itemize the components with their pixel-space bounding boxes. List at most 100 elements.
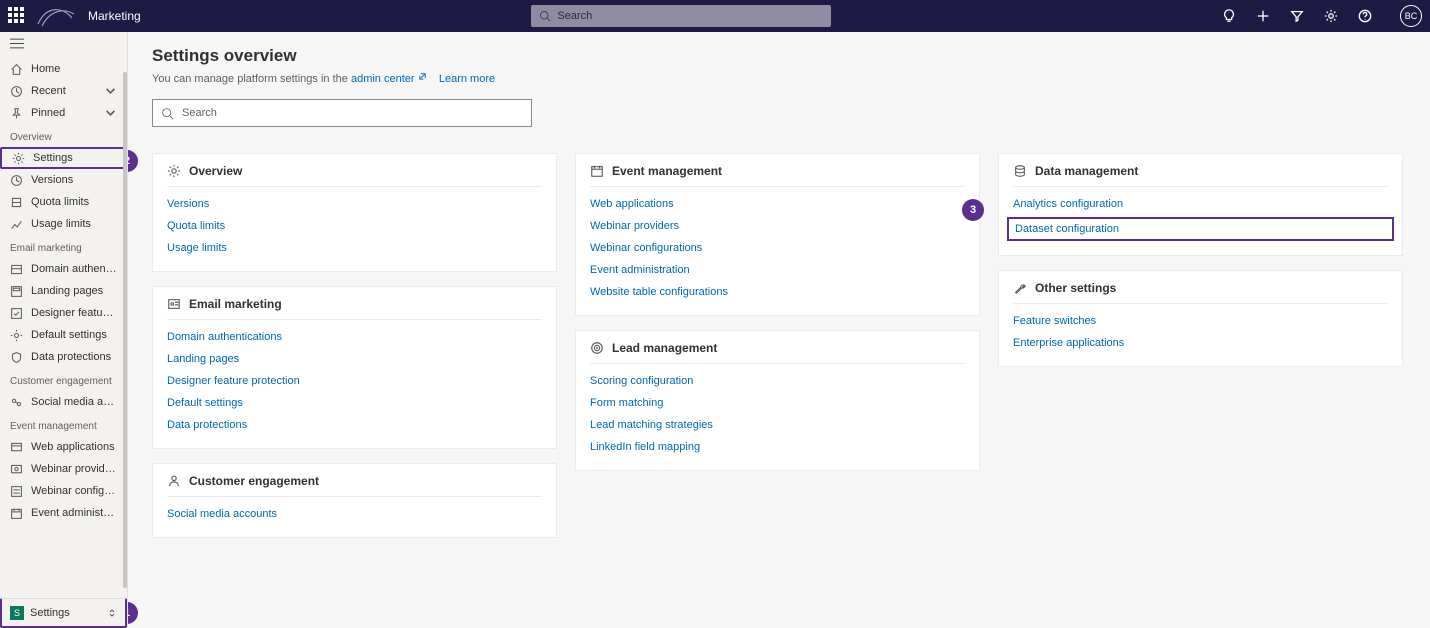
- sidebar-item-webapp[interactable]: Web applications: [0, 436, 127, 458]
- sidebar-item-label: Designer feature ...: [31, 307, 117, 319]
- sidebar-item-dataprot[interactable]: Data protections: [0, 346, 127, 368]
- card-lead-management: Lead management Scoring configuration Fo…: [575, 330, 980, 471]
- learn-more-link[interactable]: Learn more: [439, 73, 495, 85]
- link-data-protections[interactable]: Data protections: [167, 414, 542, 436]
- sidebar-scrollbar[interactable]: [123, 72, 127, 588]
- sidebar-item-label: Event administrati...: [31, 507, 117, 519]
- sidebar-group-customer: Customer engagement: [0, 368, 127, 391]
- link-designer-protection[interactable]: Designer feature protection: [167, 370, 542, 392]
- help-icon[interactable]: [1358, 9, 1372, 23]
- database-icon: [1013, 164, 1027, 178]
- sidebar-item-default[interactable]: Default settings: [0, 324, 127, 346]
- sidebar-item-label: Usage limits: [31, 218, 91, 230]
- admin-center-link[interactable]: admin center: [351, 73, 430, 85]
- card-overview: Overview Versions Quota limits Usage lim…: [152, 153, 557, 272]
- global-search-placeholder: Search: [557, 10, 592, 22]
- sidebar-group-overview: Overview: [0, 124, 127, 147]
- link-feature-switches[interactable]: Feature switches: [1013, 310, 1388, 332]
- sidebar-item-label: Social media acco...: [31, 396, 117, 408]
- card-title: Other settings: [1035, 281, 1116, 295]
- link-linkedin-mapping[interactable]: LinkedIn field mapping: [590, 436, 965, 458]
- lightbulb-icon[interactable]: [1222, 9, 1236, 23]
- sidebar: Home Recent Pinned Overview Settings: [0, 32, 128, 628]
- sidebar-item-label: Home: [31, 63, 60, 75]
- sidebar-item-versions[interactable]: Versions: [0, 169, 127, 191]
- app-launcher-icon[interactable]: [8, 7, 26, 25]
- page-subtext: You can manage platform settings in the …: [152, 72, 1410, 85]
- link-webinar-providers[interactable]: Webinar providers: [590, 215, 965, 237]
- user-avatar[interactable]: BC: [1400, 5, 1422, 27]
- link-web-applications[interactable]: Web applications: [590, 193, 965, 215]
- hamburger-icon[interactable]: [0, 32, 127, 58]
- card-title: Event management: [612, 164, 722, 178]
- sidebar-item-landing[interactable]: Landing pages: [0, 280, 127, 302]
- sidebar-item-label: Pinned: [31, 107, 65, 119]
- card-event-management: Event management Web applications Webina…: [575, 153, 980, 316]
- sidebar-item-label: Settings: [33, 152, 73, 164]
- external-link-icon: [418, 72, 427, 81]
- link-usage-limits[interactable]: Usage limits: [167, 237, 542, 259]
- card-data-management: Data management Analytics configuration …: [998, 153, 1403, 256]
- sidebar-item-webinar-config[interactable]: Webinar configur...: [0, 480, 127, 502]
- link-landing-pages[interactable]: Landing pages: [167, 348, 542, 370]
- card-title: Lead management: [612, 341, 717, 355]
- sidebar-item-label: Data protections: [31, 351, 111, 363]
- sidebar-item-event-admin[interactable]: Event administrati...: [0, 502, 127, 524]
- app-name: Marketing: [88, 9, 141, 23]
- sidebar-item-pinned[interactable]: Pinned: [0, 102, 127, 124]
- sidebar-item-social[interactable]: Social media acco...: [0, 391, 127, 413]
- sidebar-group-email: Email marketing: [0, 235, 127, 258]
- area-switcher-label: Settings: [30, 607, 70, 619]
- sidebar-item-quota[interactable]: Quota limits: [0, 191, 127, 213]
- card-title: Email marketing: [189, 297, 282, 311]
- sidebar-item-label: Recent: [31, 85, 66, 97]
- sidebar-group-event: Event management: [0, 413, 127, 436]
- chevron-down-icon: [104, 107, 117, 120]
- card-title: Customer engagement: [189, 474, 319, 488]
- calendar-icon: [590, 164, 604, 178]
- link-lead-matching[interactable]: Lead matching strategies: [590, 414, 965, 436]
- sidebar-item-designer[interactable]: Designer feature ...: [0, 302, 127, 324]
- plus-icon[interactable]: [1256, 9, 1270, 23]
- top-bar: Marketing Search BC: [0, 0, 1430, 32]
- link-dataset-config[interactable]: Dataset configuration: [1007, 217, 1394, 241]
- link-scoring-config[interactable]: Scoring configuration: [590, 370, 965, 392]
- link-webinar-configurations[interactable]: Webinar configurations: [590, 237, 965, 259]
- brand-logo: [36, 4, 76, 28]
- link-enterprise-apps[interactable]: Enterprise applications: [1013, 332, 1388, 354]
- sidebar-item-label: Quota limits: [31, 196, 89, 208]
- link-versions[interactable]: Versions: [167, 193, 542, 215]
- sidebar-item-label: Default settings: [31, 329, 107, 341]
- top-icon-bar: BC: [1222, 5, 1422, 27]
- filter-icon[interactable]: [1290, 9, 1304, 23]
- sidebar-item-home[interactable]: Home: [0, 58, 127, 80]
- sidebar-item-recent[interactable]: Recent: [0, 80, 127, 102]
- card-title: Overview: [189, 164, 242, 178]
- settings-search-placeholder: Search: [182, 107, 217, 119]
- link-social-accounts[interactable]: Social media accounts: [167, 503, 542, 525]
- updown-icon: [107, 608, 117, 618]
- link-website-table-config[interactable]: Website table configurations: [590, 281, 965, 303]
- settings-search[interactable]: Search: [152, 99, 532, 127]
- card-email-marketing: Email marketing Domain authentications L…: [152, 286, 557, 449]
- sidebar-item-usage[interactable]: Usage limits: [0, 213, 127, 235]
- sidebar-item-domain[interactable]: Domain authentic...: [0, 258, 127, 280]
- link-analytics-config[interactable]: Analytics configuration: [1013, 193, 1388, 215]
- area-switcher[interactable]: S Settings: [0, 598, 127, 628]
- sidebar-item-label: Versions: [31, 174, 73, 186]
- sidebar-item-settings[interactable]: Settings: [0, 147, 127, 169]
- target-icon: [590, 341, 604, 355]
- gear-icon: [167, 164, 181, 178]
- link-event-administration[interactable]: Event administration: [590, 259, 965, 281]
- sidebar-item-label: Web applications: [31, 441, 115, 453]
- link-default-settings[interactable]: Default settings: [167, 392, 542, 414]
- link-domain-auth[interactable]: Domain authentications: [167, 326, 542, 348]
- sidebar-item-webinar-providers[interactable]: Webinar providers: [0, 458, 127, 480]
- global-search[interactable]: Search: [531, 5, 831, 27]
- link-form-matching[interactable]: Form matching: [590, 392, 965, 414]
- gear-icon[interactable]: [1324, 9, 1338, 23]
- link-quota-limits[interactable]: Quota limits: [167, 215, 542, 237]
- person-card-icon: [167, 297, 181, 311]
- annotation-badge-1: 1: [128, 602, 138, 624]
- sidebar-item-label: Webinar providers: [31, 463, 117, 475]
